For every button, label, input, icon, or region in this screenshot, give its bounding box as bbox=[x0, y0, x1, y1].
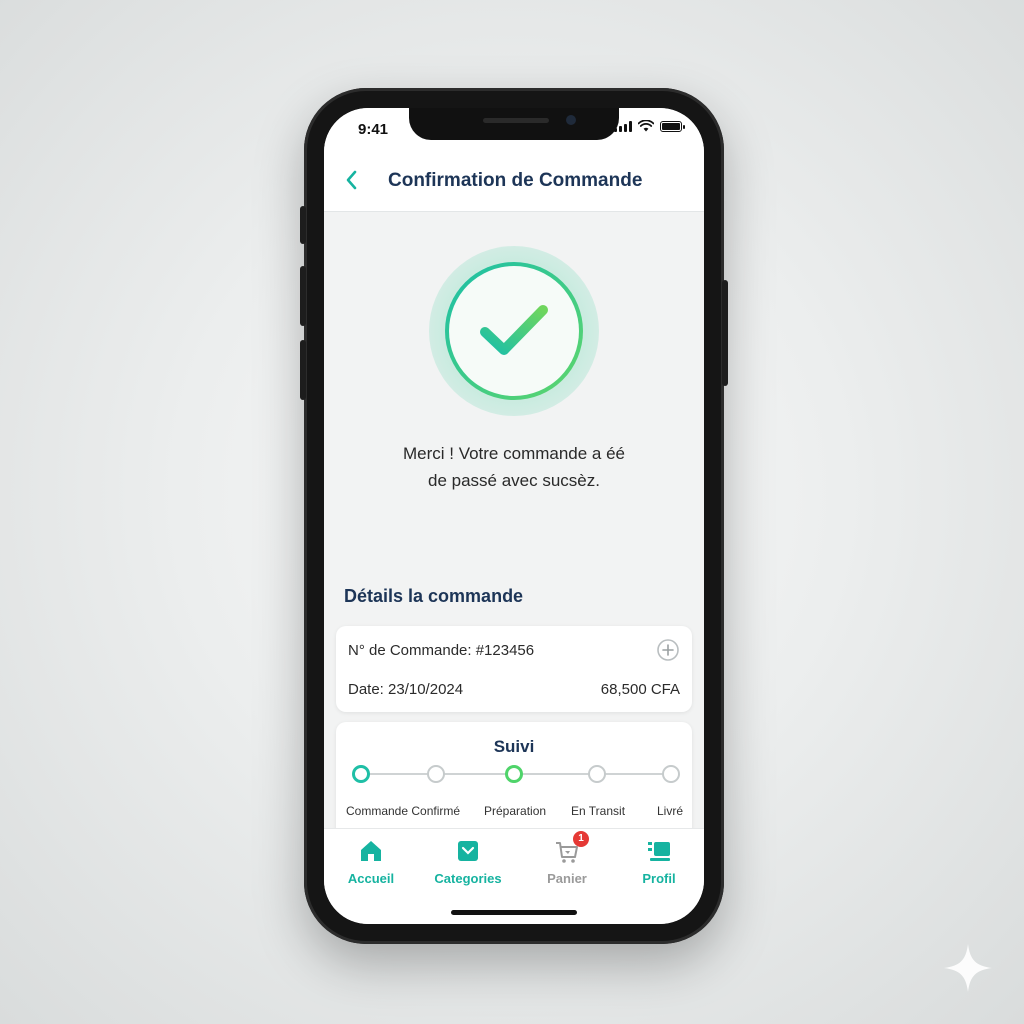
order-details-heading: Détails la commande bbox=[344, 586, 524, 606]
profile-icon bbox=[645, 837, 673, 865]
order-details-card: N° de Commande: #123456 Date: 23/10/2024… bbox=[336, 626, 692, 712]
tracking-step-delivered-dot bbox=[662, 765, 680, 783]
volume-down-button bbox=[300, 340, 306, 400]
checkmark-icon bbox=[480, 305, 548, 355]
status-icons bbox=[614, 120, 685, 132]
tracking-step-transit-dot bbox=[588, 765, 606, 783]
categories-icon bbox=[454, 837, 482, 865]
order-number: N° de Commande: #123456 bbox=[348, 642, 535, 659]
page-title: Confirmation de Commande bbox=[388, 170, 643, 191]
tracking-step-preparation-dot bbox=[505, 765, 523, 783]
tab-accueil[interactable]: Accueil bbox=[326, 837, 416, 886]
front-camera bbox=[566, 115, 576, 125]
earpiece-speaker bbox=[483, 118, 549, 123]
confirmation-message-line2: de passé avec sucsèz. bbox=[428, 471, 600, 490]
order-total: 68,500 CFA bbox=[600, 681, 680, 698]
add-circle-icon bbox=[657, 639, 679, 661]
copy-order-button[interactable] bbox=[656, 638, 680, 662]
tracking-step-confirmed-dot bbox=[352, 765, 370, 783]
tab-panier[interactable]: 1 Panier bbox=[522, 831, 612, 886]
tracking-card: Suivi Commande Confirmé Préparation En T… bbox=[336, 722, 692, 842]
chevron-left-icon bbox=[346, 170, 357, 190]
confirmation-message-line1: Merci ! Votre commande a éé bbox=[402, 444, 626, 463]
home-icon bbox=[357, 837, 385, 865]
cart-badge: 1 bbox=[573, 831, 589, 847]
success-ring bbox=[445, 262, 583, 400]
wifi-icon bbox=[638, 120, 654, 132]
back-button[interactable] bbox=[338, 166, 366, 194]
camera-notch bbox=[409, 108, 619, 140]
confirmation-content: Merci ! Votre commande a éé de passé ave… bbox=[324, 212, 704, 842]
tracking-title: Suivi bbox=[493, 737, 535, 756]
tab-categories[interactable]: Categories bbox=[423, 837, 513, 886]
tracking-step-confirmed-label: Commande Confirmé bbox=[346, 804, 461, 818]
tracking-step-transit-label: En Transit bbox=[571, 804, 626, 818]
phone-frame: 9:41 Confirmation de Commande Merci ! Vo… bbox=[300, 88, 728, 944]
home-indicator bbox=[451, 910, 577, 915]
silent-switch bbox=[300, 206, 306, 244]
cart-icon: 1 bbox=[553, 831, 589, 865]
tab-profil-label: Profil bbox=[642, 871, 676, 886]
tab-categories-label: Categories bbox=[434, 871, 502, 886]
power-button bbox=[722, 280, 728, 386]
tracking-step-delivered-label: Livré bbox=[657, 804, 684, 818]
sparkle-icon bbox=[944, 944, 992, 992]
tab-profil[interactable]: Profil bbox=[614, 837, 704, 886]
volume-up-button bbox=[300, 266, 306, 326]
confirmation-message: Merci ! Votre commande a éé de passé ave… bbox=[364, 440, 664, 494]
success-badge bbox=[429, 246, 599, 416]
tracking-step-2-dot bbox=[427, 765, 445, 783]
order-date: Date: 23/10/2024 bbox=[348, 681, 464, 698]
app-header: Confirmation de Commande bbox=[324, 148, 704, 212]
phone-screen: 9:41 Confirmation de Commande Merci ! Vo… bbox=[324, 108, 704, 924]
status-time: 9:41 bbox=[358, 121, 389, 138]
tab-accueil-label: Accueil bbox=[347, 871, 395, 886]
tracking-step-preparation-label: Préparation bbox=[484, 804, 547, 818]
tab-panier-label: Panier bbox=[547, 871, 587, 886]
battery-icon bbox=[660, 120, 685, 132]
